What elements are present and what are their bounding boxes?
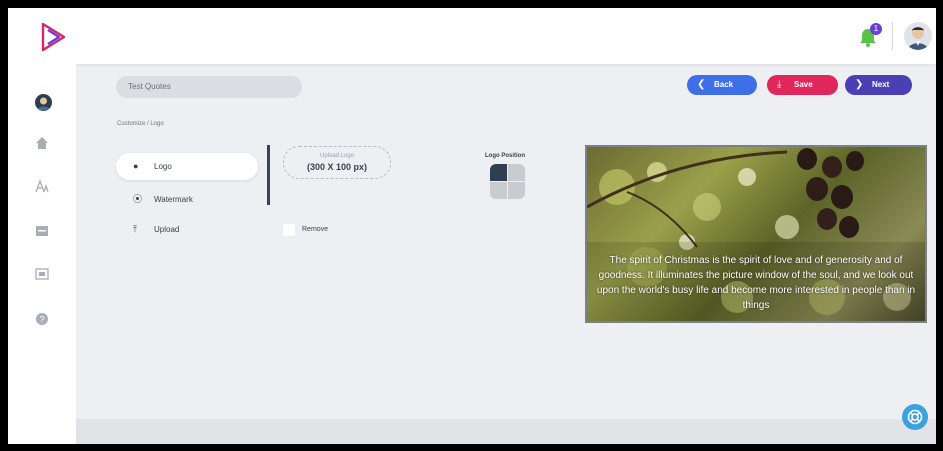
home-icon[interactable] — [34, 136, 50, 152]
logo-position-bottom-right[interactable] — [508, 182, 525, 199]
breadcrumb: Customize / Logo — [117, 121, 164, 127]
top-bar: 1 — [8, 8, 936, 64]
menu-item-watermark[interactable]: ⦿ Watermark — [116, 186, 258, 213]
menu-item-upload[interactable]: ⤒ Upload — [116, 216, 258, 243]
menu-item-label: Logo — [154, 162, 172, 171]
active-section-divider — [267, 145, 270, 205]
brand-logo-icon[interactable] — [40, 22, 66, 52]
remove-label: Remove — [302, 226, 329, 233]
next-button[interactable]: ❯ Next — [845, 75, 912, 95]
media-icon[interactable] — [34, 267, 50, 283]
chevron-left-icon: ❮ — [697, 79, 706, 90]
layout-icon[interactable] — [34, 224, 50, 240]
lifebuoy-icon[interactable] — [902, 404, 928, 430]
save-button[interactable]: ⤓ Save — [767, 75, 838, 95]
text-icon[interactable] — [34, 179, 50, 195]
upload-logo-dropzone[interactable]: Upload Logo (300 X 100 px) — [283, 146, 391, 179]
user-avatar[interactable] — [904, 22, 932, 50]
menu-item-logo[interactable]: ● Logo — [116, 153, 258, 180]
logo-position-top-right[interactable] — [508, 164, 525, 181]
remove-checkbox[interactable] — [283, 224, 295, 236]
check-circle-icon: ● — [133, 161, 139, 171]
svg-text:?: ? — [39, 315, 44, 325]
help-icon[interactable]: ? — [34, 312, 50, 328]
logo-position-top-left[interactable] — [490, 164, 507, 181]
back-button[interactable]: ❮ Back — [687, 75, 757, 95]
watermark-icon: ⦿ — [133, 194, 143, 204]
chevron-right-icon: ❯ — [855, 79, 864, 90]
download-icon: ⤓ — [777, 79, 782, 90]
logo-position-grid — [490, 164, 526, 200]
upload-size-hint: (300 X 100 px) — [306, 162, 368, 172]
app-frame: 1 ? Test Quotes ❮ Back ⤓ Save ❯ Next Cus… — [8, 8, 936, 444]
notification-badge: 1 — [870, 23, 882, 35]
save-button-label: Save — [794, 80, 813, 89]
menu-item-label: Upload — [154, 225, 180, 234]
logo-position-bottom-left[interactable] — [490, 182, 507, 199]
quote-text: The spirit of Christmas is the spirit of… — [596, 255, 916, 311]
upload-icon: ⤒ — [133, 224, 137, 234]
sidebar: ? — [8, 64, 76, 444]
sidebar-user-avatar[interactable] — [35, 94, 52, 111]
logo-position-label: Logo Position — [485, 153, 525, 159]
menu-item-label: Watermark — [154, 195, 193, 204]
next-button-label: Next — [872, 80, 890, 89]
back-button-label: Back — [714, 80, 734, 89]
quote-preview: The spirit of Christmas is the spirit of… — [585, 145, 927, 323]
footer-band — [76, 419, 936, 444]
project-name-field[interactable]: Test Quotes — [116, 76, 302, 98]
header-divider — [892, 22, 893, 50]
upload-logo-label: Upload Logo — [319, 153, 355, 159]
